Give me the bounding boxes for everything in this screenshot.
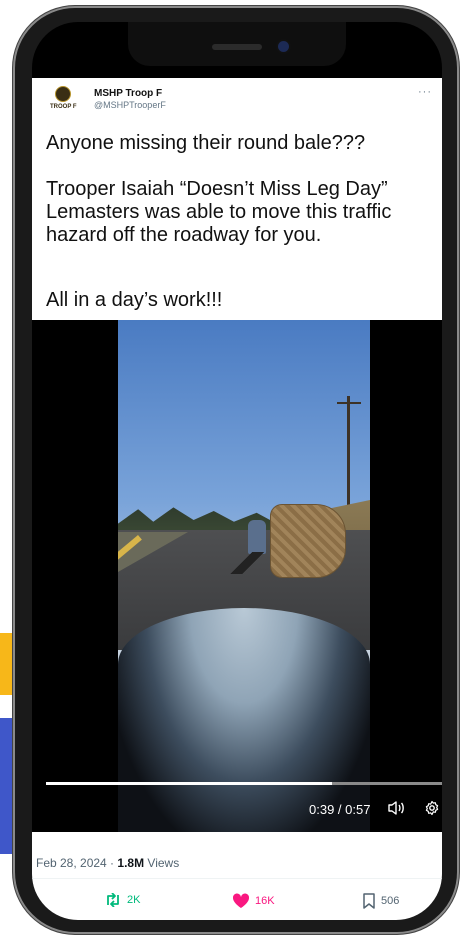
utility-pole-arm xyxy=(337,402,361,404)
avatar[interactable]: TROOP F xyxy=(50,86,77,114)
bookmark-button[interactable]: 506 xyxy=(362,893,399,909)
views-count: 1.8M xyxy=(117,856,145,870)
utility-pole xyxy=(347,396,350,516)
retweet-button[interactable]: 2K xyxy=(104,893,140,907)
phone-frame: TROOP F MSHP Troop F @MSHPTrooperF ··· A… xyxy=(13,6,459,934)
trooper xyxy=(248,520,266,554)
phone-screen: TROOP F MSHP Troop F @MSHPTrooperF ··· A… xyxy=(32,22,442,920)
tweet-text-line: All in a day’s work!!! xyxy=(46,289,223,311)
tweet-meta: Feb 28, 2024 · 1.8M Views xyxy=(32,832,442,878)
author-name[interactable]: MSHP Troop F xyxy=(94,88,162,99)
like-button[interactable]: 16K xyxy=(232,893,275,909)
video-player[interactable]: 0:39 / 0:57 xyxy=(32,320,442,832)
tweet-date: Feb 28, 2024 · xyxy=(36,856,118,870)
tweet-header: TROOP F MSHP Troop F @MSHPTrooperF ··· xyxy=(32,78,442,132)
retweet-count: 2K xyxy=(127,894,141,906)
action-bar: 2K 16K 506 xyxy=(32,878,442,920)
like-count: 16K xyxy=(255,895,275,907)
phone-notch xyxy=(128,22,346,66)
avatar-label: TROOP F xyxy=(50,104,77,110)
badge-icon xyxy=(55,86,71,102)
tweet-text-line: Anyone missing their round bale??? xyxy=(46,132,366,154)
hay-bale xyxy=(270,504,346,578)
video-time: 0:39 / 0:57 xyxy=(309,802,371,817)
tweet-timestamp[interactable]: Feb 28, 2024 · 1.8M Views xyxy=(36,856,179,870)
bookmark-icon xyxy=(363,893,375,909)
more-icon[interactable]: ··· xyxy=(418,86,432,98)
bookmark-count: 506 xyxy=(381,895,400,907)
trooper-legs xyxy=(226,552,270,574)
car-hood xyxy=(118,608,370,832)
author-handle[interactable]: @MSHPTrooperF xyxy=(94,100,166,110)
views-label: Views xyxy=(144,856,180,870)
heart-icon xyxy=(232,893,250,908)
retweet-icon xyxy=(107,893,119,907)
settings-icon[interactable] xyxy=(424,800,440,816)
video-progress-fill xyxy=(46,782,332,785)
video-frame[interactable] xyxy=(118,320,370,832)
video-progress-bar[interactable] xyxy=(46,782,442,785)
tweet-text-paragraph: Trooper Isaiah “Doesn’t Miss Leg Day” Le… xyxy=(46,178,392,246)
speaker-grille xyxy=(212,44,262,50)
volume-icon[interactable] xyxy=(387,800,405,816)
front-camera xyxy=(278,41,289,52)
tweet-body: Anyone missing their round bale??? Troop… xyxy=(32,132,442,320)
